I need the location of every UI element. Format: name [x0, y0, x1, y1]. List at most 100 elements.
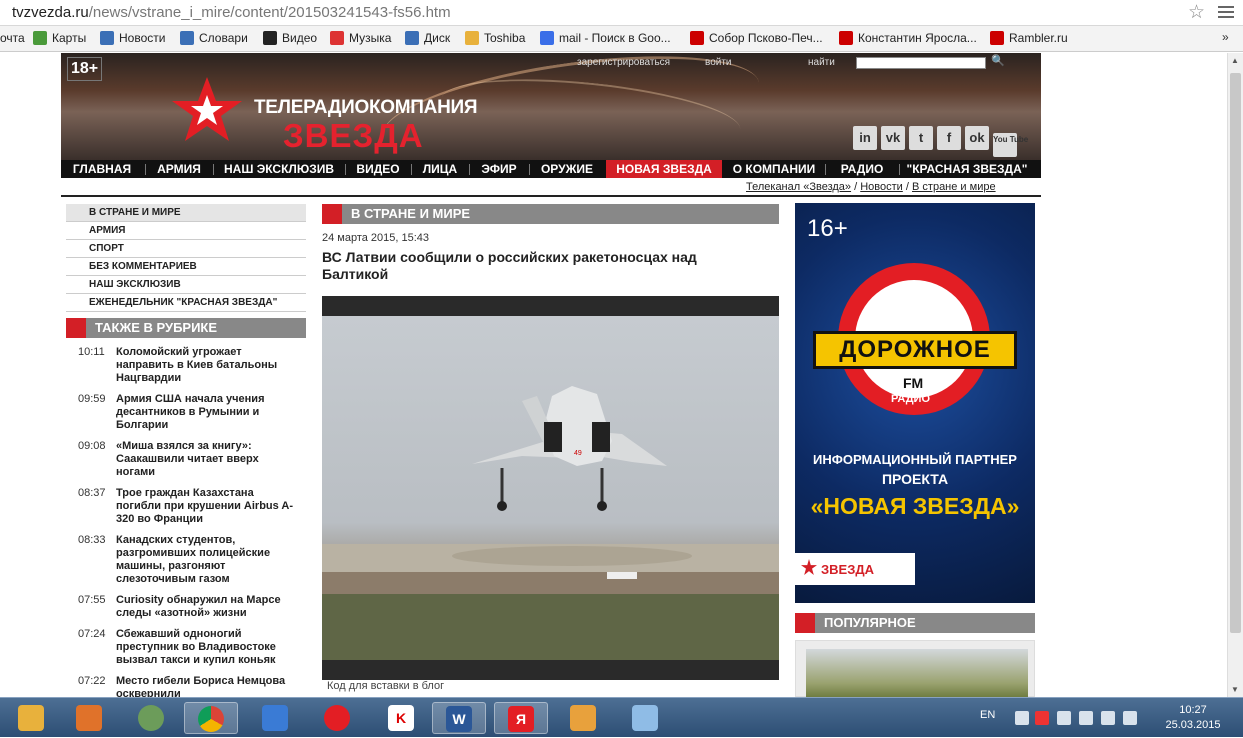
vk-icon[interactable]: vk — [881, 126, 905, 150]
section-nav-item[interactable]: АРМИЯ — [66, 222, 306, 240]
browser-taskbar-icon[interactable] — [124, 702, 178, 734]
bookmark-item[interactable]: Словари — [180, 31, 248, 45]
nav-item-weapons[interactable]: ОРУЖИЕ — [535, 160, 599, 178]
news-headline[interactable]: «Миша взялся за книгу»: Саакашвили читае… — [116, 440, 300, 479]
battery-icon[interactable] — [1101, 711, 1115, 725]
page-viewport: 18+ зарегистрироваться войти найти 🔍 ТЕЛ… — [0, 53, 1243, 697]
mail-taskbar-icon[interactable] — [248, 702, 302, 734]
section-nav-item[interactable]: СПОРТ — [66, 240, 306, 258]
tray-arrow-icon[interactable] — [1015, 711, 1029, 725]
nav-item-army[interactable]: АРМИЯ — [151, 160, 207, 178]
radio-ad-banner[interactable]: 16+ ДОРОЖНОЕ FM РАДИО ИНФОРМАЦИОННЫЙ ПАР… — [795, 203, 1035, 603]
scrollbar-thumb[interactable] — [1230, 73, 1241, 633]
explorer-taskbar-icon[interactable] — [4, 702, 58, 734]
paint-taskbar-icon[interactable] — [618, 702, 672, 734]
bookmark-item[interactable]: mail - Поиск в Goo... — [540, 31, 671, 45]
login-link[interactable]: войти — [705, 57, 732, 68]
network-icon[interactable] — [1079, 711, 1093, 725]
bookmark-item[interactable]: очта — [0, 31, 25, 45]
yandex-icon — [690, 31, 704, 45]
news-icon — [100, 31, 114, 45]
article-photo[interactable]: 49 — [322, 296, 779, 680]
bookmark-item[interactable]: Видео — [263, 31, 317, 45]
nav-item-radio[interactable]: РАДИО — [831, 160, 893, 178]
news-headline[interactable]: Curiosity обнаружил на Марсе следы «азот… — [116, 594, 300, 620]
popular-thumbnail[interactable] — [806, 649, 1028, 697]
nav-separator — [145, 164, 146, 175]
bookmark-item[interactable]: Собор Псково-Печ... — [690, 31, 823, 45]
brand-line-1[interactable]: ТЕЛЕРАДИОКОМПАНИЯ — [254, 97, 478, 119]
nav-item-new-star[interactable]: НОВАЯ ЗВЕЗДА — [606, 160, 722, 178]
bookmark-star-icon[interactable]: ☆ — [1188, 1, 1205, 24]
system-clock[interactable]: 10:27 25.03.2015 — [1163, 703, 1223, 733]
ad-footer-text: ЗВЕЗДА — [821, 562, 874, 577]
search-input[interactable] — [856, 57, 986, 69]
youtube-icon[interactable]: You Tube — [993, 133, 1028, 157]
section-nav-item[interactable]: В СТРАНЕ И МИРЕ — [66, 204, 306, 222]
zvezda-star-logo[interactable] — [171, 75, 243, 143]
section-nav-item[interactable]: БЕЗ КОММЕНТАРИЕВ — [66, 258, 306, 276]
news-headline[interactable]: Коломойский угрожает направить в Киев ба… — [116, 346, 300, 385]
bookmarks-more-button[interactable]: » — [1222, 30, 1229, 44]
kaspersky-taskbar-icon[interactable]: K — [374, 702, 428, 734]
section-nav-item[interactable]: ЕЖЕНЕДЕЛЬНИК "КРАСНАЯ ЗВЕЗДА" — [66, 294, 306, 312]
ad-age-rating: 16+ — [807, 215, 848, 242]
language-indicator[interactable]: EN — [980, 709, 995, 721]
kaspersky-tray-icon[interactable] — [1035, 711, 1049, 725]
news-headline[interactable]: Трое граждан Казахстана погибли при круш… — [116, 487, 300, 526]
register-link[interactable]: зарегистрироваться — [577, 57, 670, 68]
nav-item-about[interactable]: О КОМПАНИИ — [729, 160, 819, 178]
bookmark-item[interactable]: Rambler.ru — [990, 31, 1068, 45]
browser-menu-icon[interactable] — [1218, 4, 1234, 20]
scroll-down-icon[interactable]: ▼ — [1231, 685, 1239, 694]
action-center-icon[interactable] — [1123, 711, 1137, 725]
nav-item-exclusive[interactable]: НАШ ЭКСКЛЮЗИВ — [219, 160, 339, 178]
scroll-up-icon[interactable]: ▲ — [1231, 56, 1239, 65]
divider — [61, 195, 1041, 197]
volume-icon[interactable] — [1057, 711, 1071, 725]
yandex-icon — [839, 31, 853, 45]
breadcrumb-section[interactable]: В стране и мире — [912, 181, 996, 193]
address-bar[interactable]: tvzvezda.ru/news/vstrane_i_mire/content/… — [0, 0, 1243, 26]
nav-item-video[interactable]: ВИДЕО — [351, 160, 405, 178]
facebook-icon[interactable]: f — [937, 126, 961, 150]
bookmark-item[interactable]: Диск — [405, 31, 450, 45]
popular-title: ПОПУЛЯРНОЕ — [824, 615, 916, 630]
nav-item-home[interactable]: ГЛАВНАЯ — [67, 160, 137, 178]
bookmark-item[interactable]: Карты — [33, 31, 86, 45]
breadcrumb-news[interactable]: Новости — [860, 181, 903, 193]
nav-item-air[interactable]: ЭФИР — [475, 160, 523, 178]
url-text[interactable]: tvzvezda.ru/news/vstrane_i_mire/content/… — [12, 4, 451, 21]
article-section[interactable]: В СТРАНЕ И МИРЕ — [351, 206, 470, 221]
popular-item[interactable] — [795, 640, 1035, 697]
embed-code-link[interactable]: Код для вставки в блог — [327, 680, 444, 692]
section-nav-item[interactable]: НАШ ЭКСКЛЮЗИВ — [66, 276, 306, 294]
word-taskbar-icon[interactable]: W — [432, 702, 486, 734]
yandex-browser-taskbar-icon[interactable] — [310, 702, 364, 734]
news-headline[interactable]: Армия США начала учения десантников в Ру… — [116, 393, 300, 432]
bookmark-item[interactable]: Новости — [100, 31, 165, 45]
section-marker — [322, 204, 342, 224]
bookmark-item[interactable]: Музыка — [330, 31, 391, 45]
vertical-scrollbar[interactable]: ▲ ▼ — [1227, 53, 1243, 697]
odnoklassniki-icon[interactable]: ok — [965, 126, 989, 150]
search-icon[interactable]: 🔍 — [991, 54, 1005, 67]
bookmark-item[interactable]: Toshiba — [465, 31, 525, 45]
media-player-taskbar-icon[interactable] — [62, 702, 116, 734]
breadcrumb-channel[interactable]: Телеканал «Звезда» — [746, 181, 851, 193]
yandex-taskbar-icon[interactable]: Я — [494, 702, 548, 734]
nav-separator — [345, 164, 346, 175]
news-headline[interactable]: Место гибели Бориса Немцова осквернили — [116, 675, 300, 697]
app-taskbar-icon[interactable] — [556, 702, 610, 734]
news-headline[interactable]: Сбежавший одноногий преступник во Владив… — [116, 628, 300, 667]
nav-item-faces[interactable]: ЛИЦА — [417, 160, 463, 178]
bookmark-item[interactable]: Константин Яросла... — [839, 31, 977, 45]
nav-item-krasnaya-zvezda[interactable]: "КРАСНАЯ ЗВЕЗДА" — [904, 160, 1030, 178]
instagram-icon[interactable]: in — [853, 126, 877, 150]
aircraft-number: 49 — [574, 450, 582, 457]
chrome-taskbar-icon[interactable] — [184, 702, 238, 734]
news-headline[interactable]: Канадских студентов, разгромивших полице… — [116, 534, 300, 586]
twitter-icon[interactable]: t — [909, 126, 933, 150]
brand-line-2[interactable]: ЗВЕЗДА — [283, 117, 424, 155]
ad-line-3: «НОВАЯ ЗВЕЗДА» — [810, 493, 1020, 519]
